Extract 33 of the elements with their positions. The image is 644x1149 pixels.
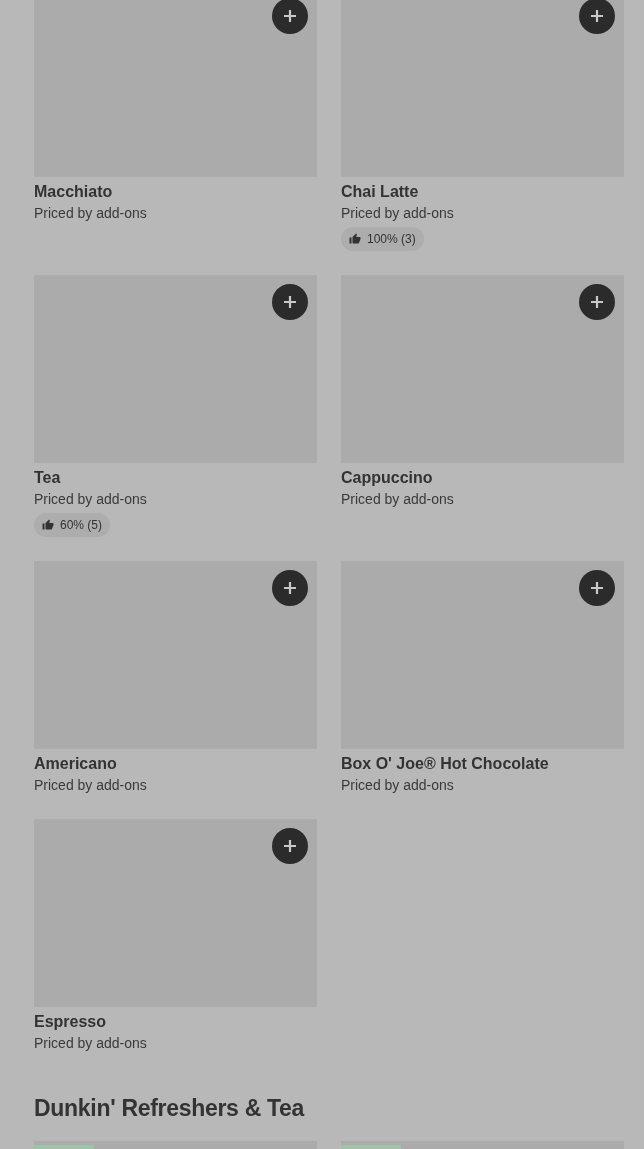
item-name: Americano — [34, 754, 117, 774]
plus-icon — [590, 581, 604, 595]
section-heading: Dunkin' Refreshers & Tea — [34, 1094, 306, 1122]
item-price: Priced by add-ons — [34, 776, 147, 795]
add-button[interactable] — [579, 570, 615, 606]
item-name: Espresso — [34, 1012, 107, 1032]
item-price: Priced by add-ons — [34, 1034, 147, 1053]
item-price: Priced by add-ons — [34, 490, 147, 509]
add-button[interactable] — [579, 0, 615, 34]
plus-icon — [590, 295, 604, 309]
item-name: Cappuccino — [341, 468, 433, 488]
rating-text: 60% (5) — [60, 518, 103, 532]
item-name: Chai Latte — [341, 182, 419, 202]
item-name: Macchiato — [34, 182, 113, 202]
plus-icon — [283, 295, 297, 309]
item-price: Priced by add-ons — [341, 776, 454, 795]
add-button[interactable] — [579, 284, 615, 320]
rating-text: 100% (3) — [367, 232, 416, 246]
thumbs-up-icon — [349, 233, 361, 245]
plus-icon — [283, 581, 297, 595]
plus-icon — [590, 9, 604, 23]
item-price: Priced by add-ons — [34, 204, 147, 223]
plus-icon — [283, 839, 297, 853]
add-button[interactable] — [272, 284, 308, 320]
item-name: Tea — [34, 468, 61, 488]
add-button[interactable] — [272, 828, 308, 864]
add-button[interactable] — [272, 0, 308, 34]
item-price: Priced by add-ons — [341, 490, 454, 509]
item-price: Priced by add-ons — [341, 204, 454, 223]
item-name: Box O' Joe® Hot Chocolate — [341, 754, 549, 774]
plus-icon — [283, 9, 297, 23]
thumbs-up-icon — [42, 519, 54, 531]
add-button[interactable] — [272, 570, 308, 606]
